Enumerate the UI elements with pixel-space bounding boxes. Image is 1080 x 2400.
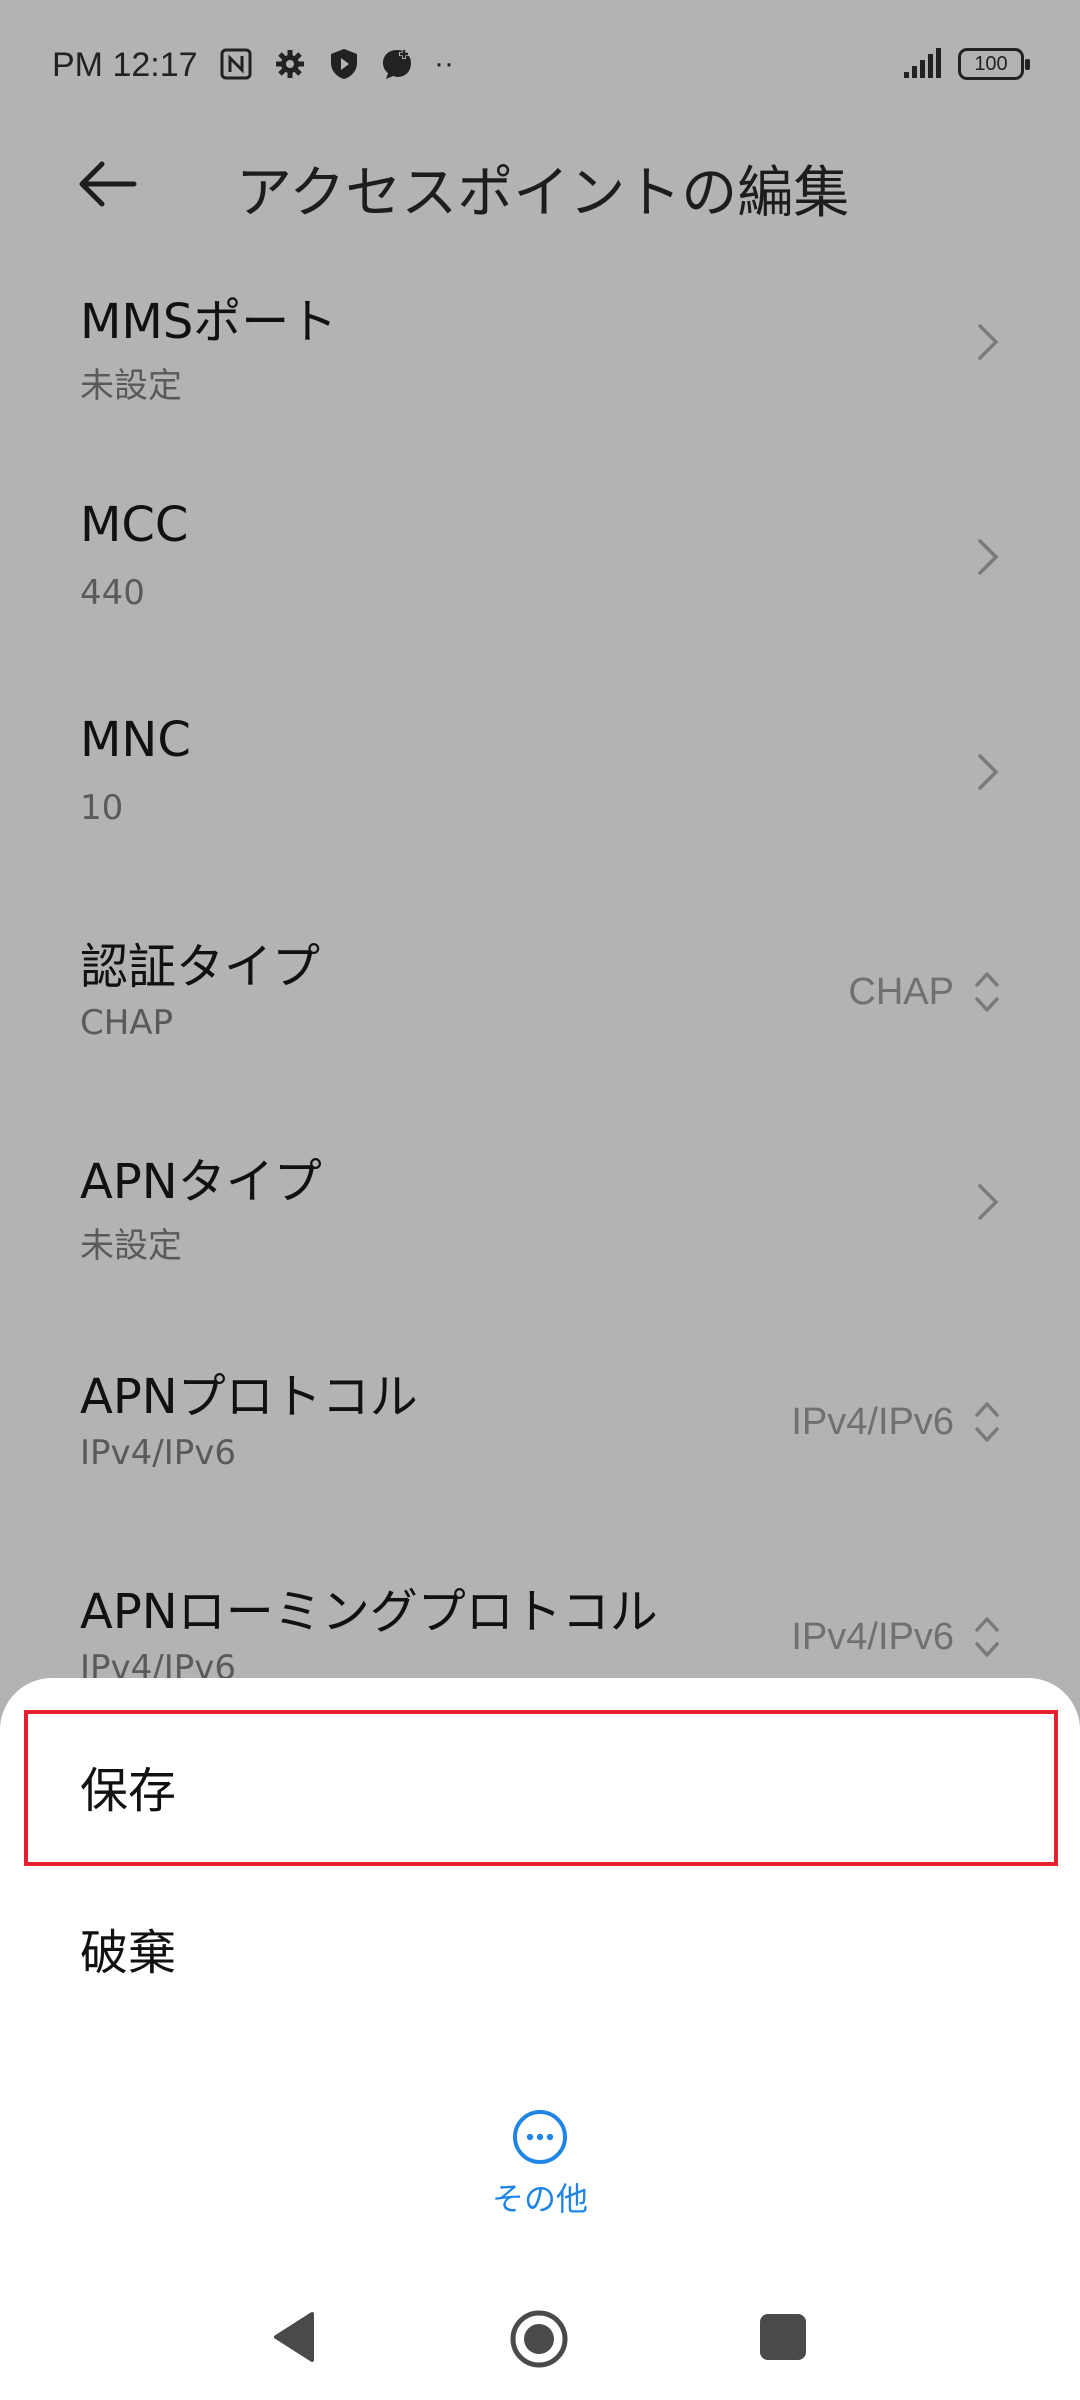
system-nav-bar bbox=[0, 2280, 1080, 2390]
setting-value: 440 bbox=[80, 573, 145, 613]
status-right: 100 bbox=[902, 48, 1030, 80]
apn-settings-list: MMSポート 未設定 MCC 440 MNC 10 認証タイプ CHAP CHA… bbox=[0, 250, 1080, 1755]
selection-highlight bbox=[24, 1710, 1058, 1866]
battery-icon: 100 bbox=[958, 48, 1030, 80]
chevron-right-icon bbox=[978, 539, 999, 575]
setting-value: 未設定 bbox=[80, 1226, 182, 1266]
setting-mms-port[interactable]: MMSポート 未設定 bbox=[0, 250, 1080, 465]
setting-title: APNタイプ bbox=[80, 1154, 322, 1210]
nav-recents-icon[interactable] bbox=[760, 2314, 806, 2360]
back-arrow-icon[interactable] bbox=[72, 154, 142, 214]
setting-title: MNC bbox=[80, 712, 191, 768]
more-status-icon: ·· bbox=[434, 47, 454, 80]
setting-apn-protocol[interactable]: APNプロトコル IPv4/IPv6 IPv4/IPv6 bbox=[0, 1325, 1080, 1540]
setting-value: IPv4/IPv6 bbox=[80, 1433, 237, 1473]
setting-value: CHAP bbox=[80, 1003, 174, 1043]
chevron-right-icon bbox=[978, 754, 999, 790]
chevron-right-icon bbox=[978, 324, 999, 360]
discard-menu-item[interactable]: 破棄 bbox=[0, 1870, 1080, 2026]
status-icons: ·· bbox=[218, 46, 454, 82]
nfc-icon bbox=[220, 48, 252, 80]
selected-value: IPv4/IPv6 bbox=[791, 1616, 954, 1658]
screen: PM 12:17 ·· 100 アクセスポイントの編集 MMSポート 未設定 M… bbox=[0, 0, 1080, 2400]
setting-title: MCC bbox=[80, 497, 189, 553]
selected-value: CHAP bbox=[848, 971, 954, 1013]
app-header: アクセスポイントの編集 bbox=[0, 130, 1080, 240]
play-protect-icon bbox=[331, 49, 357, 79]
setting-mcc[interactable]: MCC 440 bbox=[0, 465, 1080, 680]
updown-chevron-icon bbox=[975, 972, 999, 1012]
gear-icon bbox=[276, 50, 304, 78]
page-title: アクセスポイントの編集 bbox=[236, 161, 850, 226]
updown-chevron-icon bbox=[975, 1402, 999, 1442]
nav-home-icon[interactable] bbox=[508, 2308, 570, 2370]
battery-level: 100 bbox=[974, 52, 1008, 75]
chat-add-icon bbox=[383, 49, 411, 79]
setting-mnc[interactable]: MNC 10 bbox=[0, 680, 1080, 895]
setting-title: 認証タイプ bbox=[80, 939, 321, 995]
setting-apn-type[interactable]: APNタイプ 未設定 bbox=[0, 1110, 1080, 1325]
setting-value: 10 bbox=[80, 788, 124, 828]
status-bar: PM 12:17 ·· 100 bbox=[0, 0, 1080, 130]
setting-auth-type[interactable]: 認証タイプ CHAP CHAP bbox=[0, 895, 1080, 1110]
more-button[interactable]: その他 bbox=[0, 2108, 1080, 2238]
signal-icon bbox=[904, 48, 941, 78]
more-label: その他 bbox=[491, 2180, 588, 2218]
setting-title: MMSポート bbox=[80, 294, 338, 350]
updown-chevron-icon bbox=[975, 1617, 999, 1657]
selected-value: IPv4/IPv6 bbox=[791, 1401, 954, 1443]
status-time: PM 12:17 bbox=[52, 46, 198, 84]
nav-back-icon[interactable] bbox=[272, 2310, 316, 2364]
setting-title: APNローミングプロトコル bbox=[80, 1584, 658, 1640]
chevron-right-icon bbox=[978, 1184, 999, 1220]
setting-value: 未設定 bbox=[80, 366, 182, 406]
more-horizontal-icon bbox=[513, 2110, 567, 2164]
setting-title: APNプロトコル bbox=[80, 1369, 418, 1425]
discard-label: 破棄 bbox=[80, 1925, 177, 1981]
